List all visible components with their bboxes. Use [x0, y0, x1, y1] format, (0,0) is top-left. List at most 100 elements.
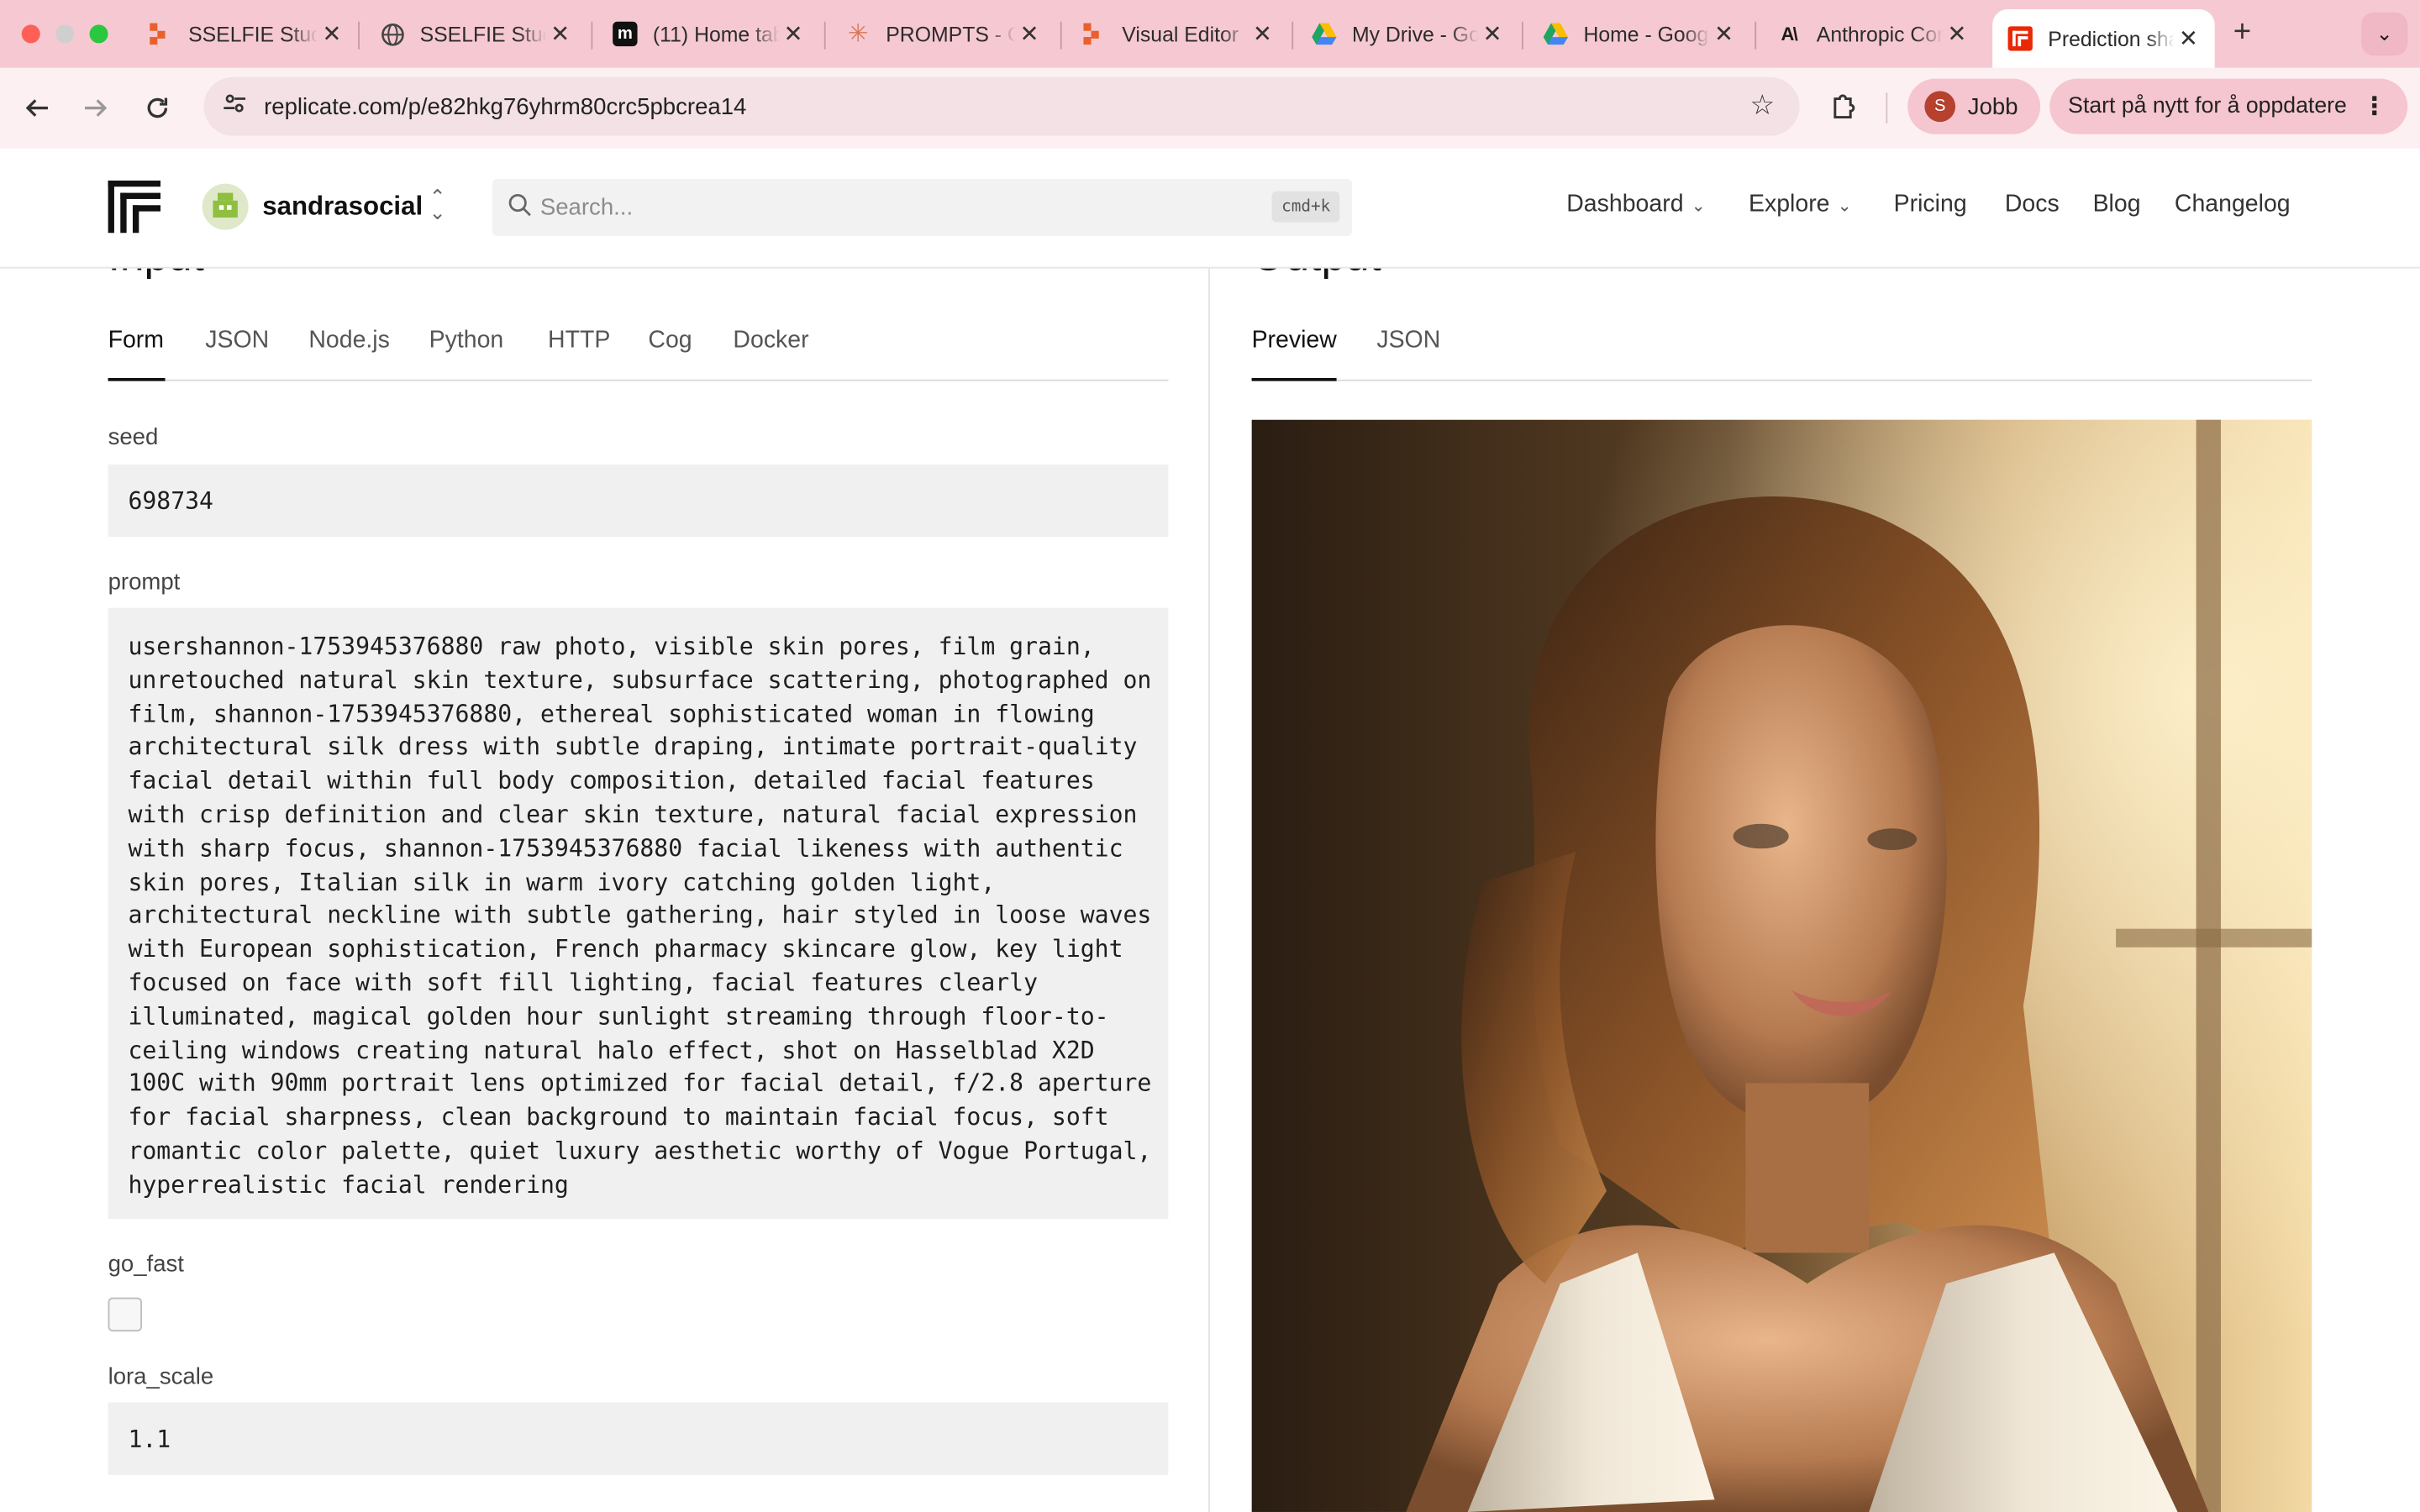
nav-changelog[interactable]: Changelog [2175, 192, 2291, 219]
go-fast-label: go_fast [108, 1251, 184, 1278]
forward-arrow-icon[interactable] [74, 87, 117, 129]
site-header: sandrasocial ⌃ ⌄ Search... cmd+k Dashboar… [0, 148, 2420, 269]
tab-close-icon[interactable]: ✕ [546, 20, 574, 48]
account-avatar[interactable] [202, 183, 249, 230]
tab-form[interactable]: Form [108, 327, 164, 354]
tab-cog[interactable]: Cog [648, 327, 692, 354]
browser-tab[interactable]: My Drive - Google Drive ✕ [1312, 0, 1506, 68]
tab-title: (11) Home tab [652, 22, 780, 46]
browser-toolbar: replicate.com/p/e82hkg76yhrm80crc5pbcrea… [0, 67, 2420, 150]
output-tabs: Preview JSON [1251, 323, 2312, 381]
replicate-logo-icon[interactable] [108, 180, 161, 234]
profile-button[interactable]: S Jobb [1907, 78, 2041, 134]
url-text: replicate.com/p/e82hkg76yhrm80crc5pbcrea… [264, 94, 747, 121]
tab-nodejs[interactable]: Node.js [308, 327, 390, 354]
window-minimize-button[interactable] [55, 24, 75, 44]
seed-input[interactable]: 698734 [108, 464, 1169, 538]
search-input[interactable]: Search... cmd+k [492, 179, 1352, 237]
tab-title: Home - Google Drive [1583, 22, 1710, 46]
tab-close-icon[interactable]: ✕ [1016, 20, 1044, 48]
replicate-orange-icon [1082, 22, 1107, 46]
toolbar-separator [1886, 92, 1888, 123]
nav-pricing[interactable]: Pricing [1894, 192, 1967, 219]
tab-title: Anthropic Console [1816, 22, 1944, 46]
nav-dashboard-label: Dashboard [1566, 191, 1684, 218]
tab-separator [1060, 21, 1062, 50]
page: SSELFIE Studio ✕ SSELFIE Studio ✕ m (11)… [0, 0, 2420, 1512]
chevron-down-icon: ⌄ [1837, 197, 1852, 217]
globe-icon [380, 22, 404, 46]
browser-tab[interactable]: ✳ PROMPTS - Claude ✕ [846, 0, 1044, 68]
tab-json[interactable]: JSON [205, 327, 269, 354]
tab-separator [1292, 21, 1294, 50]
lora-scale-value: 1.1 [128, 1425, 171, 1454]
tab-docker[interactable]: Docker [733, 327, 808, 354]
tab-separator [823, 21, 826, 50]
tab-separator [1521, 21, 1523, 50]
nav-docs[interactable]: Docs [2005, 192, 2060, 219]
extensions-puzzle-icon[interactable] [1828, 90, 1861, 123]
back-arrow-icon[interactable] [15, 87, 58, 129]
tab-close-icon[interactable]: ✕ [780, 20, 808, 48]
browser-tab[interactable]: SSELFIE Studio ✕ [380, 0, 574, 68]
restart-update-button[interactable]: Start på nytt for å oppdatere ⋮ [2049, 78, 2408, 134]
tab-separator [358, 21, 360, 50]
tab-close-icon[interactable]: ✕ [1249, 20, 1276, 48]
tab-preview[interactable]: Preview [1252, 327, 1337, 354]
lora-scale-label: lora_scale [108, 1363, 214, 1390]
tab-search-chevron-icon[interactable]: ⌄ [2361, 12, 2408, 56]
browser-tab[interactable]: A\ Anthropic Console ✕ [1776, 0, 1970, 68]
tab-title: My Drive - Google Drive [1351, 22, 1479, 46]
update-label: Start på nytt for å oppdatere [2068, 94, 2347, 119]
nav-dashboard[interactable]: Dashboard ⌄ [1566, 192, 1705, 219]
reload-icon[interactable] [136, 87, 179, 129]
search-shortcut: cmd+k [1272, 191, 1340, 223]
input-tabs: Form JSON Node.js Python HTTP Cog Docker [108, 323, 1169, 381]
tab-close-icon[interactable]: ✕ [1710, 20, 1738, 48]
go-fast-checkbox[interactable] [108, 1297, 142, 1332]
window-close-button[interactable] [21, 24, 40, 44]
tab-close-icon[interactable]: ✕ [1943, 20, 1970, 48]
nav-blog[interactable]: Blog [2093, 192, 2141, 219]
tab-http[interactable]: HTTP [548, 327, 610, 354]
claude-sunburst-icon: ✳ [847, 21, 869, 48]
tab-output-json[interactable]: JSON [1376, 327, 1440, 354]
tab-title: PROMPTS - Claude [886, 22, 1015, 46]
browser-tab-active[interactable]: Prediction shannon ✕ [1992, 9, 2215, 68]
new-tab-icon[interactable]: + [2233, 15, 2251, 50]
medium-icon: m [613, 21, 638, 47]
prompt-textarea[interactable]: usershannon-1753945376880 raw photo, vis… [108, 607, 1169, 1219]
seed-value: 698734 [128, 487, 213, 516]
active-tab-indicator [1251, 377, 1337, 381]
more-menu-icon[interactable]: ⋮ [2362, 91, 2386, 122]
browser-tab[interactable]: m (11) Home tab ✕ [613, 0, 807, 68]
tab-python[interactable]: Python [429, 327, 504, 354]
bookmark-star-icon[interactable]: ☆ [1750, 90, 1776, 123]
tab-close-icon[interactable]: ✕ [318, 20, 345, 48]
tab-title: SSELFIE Studio [419, 22, 547, 46]
browser-tab[interactable]: SSELFIE Studio ✕ [148, 0, 345, 68]
nav-explore[interactable]: Explore ⌄ [1749, 192, 1852, 219]
lora-scale-input[interactable]: 1.1 [108, 1402, 1169, 1475]
google-drive-icon [1312, 22, 1337, 46]
replicate-orange-icon [148, 22, 172, 46]
address-bar[interactable]: replicate.com/p/e82hkg76yhrm80crc5pbcrea… [203, 76, 1800, 136]
window-maximize-button[interactable] [89, 24, 108, 44]
tab-title: Prediction shannon [2048, 27, 2175, 50]
profile-avatar: S [1924, 91, 1956, 123]
tab-close-icon[interactable]: ✕ [1479, 20, 1507, 48]
browser-tab[interactable]: Home - Google Drive ✕ [1543, 0, 1738, 68]
site-info-icon[interactable] [219, 91, 250, 122]
tab-separator [1754, 21, 1757, 50]
output-image[interactable] [1251, 419, 2312, 1512]
tab-close-icon[interactable]: ✕ [2175, 24, 2202, 52]
browser-tab[interactable]: Visual Editor ✕ [1082, 0, 1276, 68]
panel-divider [1208, 266, 1210, 1512]
account-name[interactable]: sandrasocial [262, 192, 423, 223]
browser-tab-strip: SSELFIE Studio ✕ SSELFIE Studio ✕ m (11)… [0, 0, 2420, 68]
chevron-down-icon: ⌄ [1691, 197, 1706, 217]
account-switcher-chevron-icon[interactable]: ⌃ ⌄ [429, 186, 446, 222]
prompt-value: usershannon-1753945376880 raw photo, vis… [128, 633, 1166, 1199]
active-tab-indicator [108, 377, 166, 381]
anthropic-icon: A\ [1781, 23, 1798, 45]
